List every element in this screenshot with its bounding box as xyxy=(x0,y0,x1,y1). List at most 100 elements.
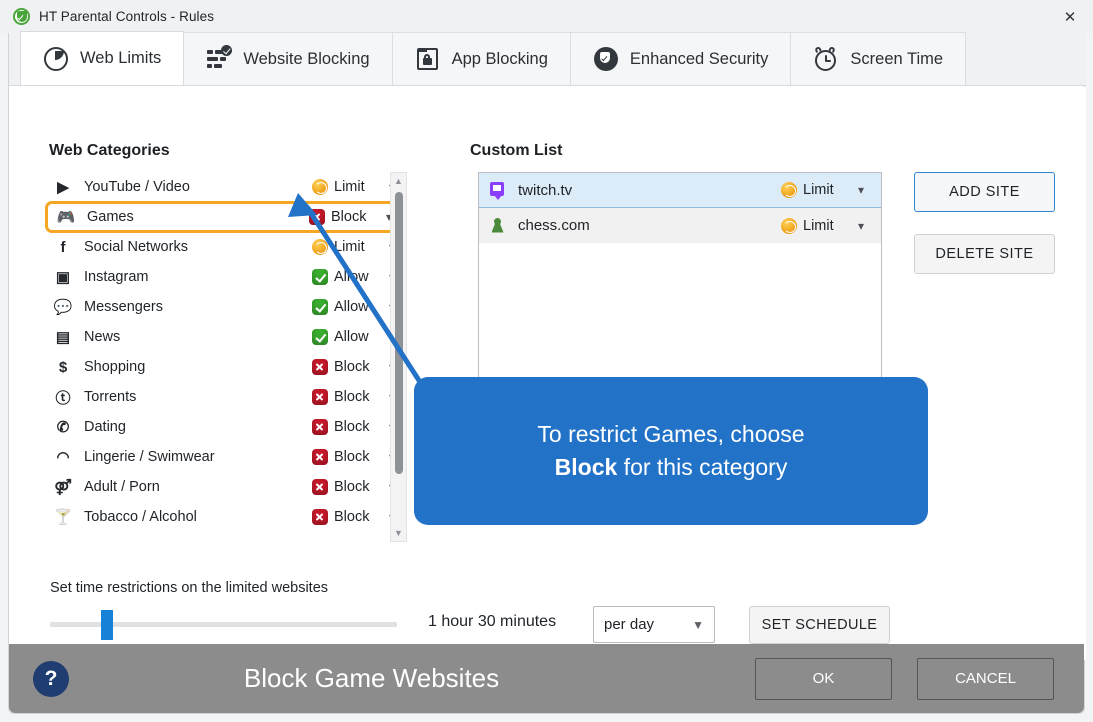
tab-label: App Blocking xyxy=(451,49,548,68)
category-label: Dating xyxy=(84,419,126,435)
category-status-dropdown[interactable]: Limit▾ xyxy=(312,239,399,255)
youtube-icon: ▶ xyxy=(57,179,69,196)
alarm-clock-icon xyxy=(813,46,839,72)
category-status-dropdown[interactable]: Block▾ xyxy=(312,479,399,495)
category-label: News xyxy=(84,329,121,345)
window-lock-icon xyxy=(415,46,441,72)
tab-label: Website Blocking xyxy=(243,49,370,68)
allow-badge-icon xyxy=(312,269,328,285)
shield-check-icon xyxy=(13,8,30,25)
category-row-selected[interactable]: 🎮 Games Block ▾ xyxy=(45,201,405,233)
block-badge-icon xyxy=(312,509,328,525)
ok-button[interactable]: OK xyxy=(755,657,892,700)
tab-label: Enhanced Security xyxy=(629,49,769,68)
tab-label: Screen Time xyxy=(850,49,944,68)
add-site-button[interactable]: ADD SITE xyxy=(914,172,1055,212)
tab-app-blocking[interactable]: App Blocking xyxy=(391,32,571,85)
tab-web-limits[interactable]: Web Limits xyxy=(20,31,185,85)
category-status-dropdown[interactable]: Block▾ xyxy=(312,449,399,465)
category-status-label: Block xyxy=(334,449,370,465)
instagram-icon: ▣ xyxy=(55,269,71,286)
bra-icon: ◠ xyxy=(56,449,70,466)
chevron-down-icon[interactable]: ▾ xyxy=(854,184,868,196)
period-select[interactable]: per day ▼ xyxy=(593,606,715,643)
torrent-icon: ⓣ xyxy=(55,389,71,407)
category-row[interactable]: 💬 Messengers Allow▾ xyxy=(45,292,405,322)
category-status-label: Allow xyxy=(334,299,369,315)
delete-site-button[interactable]: DELETE SITE xyxy=(914,234,1055,274)
category-label: Adult / Porn xyxy=(84,479,160,495)
block-badge-icon xyxy=(312,389,328,405)
category-row[interactable]: ⚤ Adult / Porn Block▾ xyxy=(45,472,405,502)
category-label: YouTube / Video xyxy=(84,179,190,195)
allow-badge-icon xyxy=(312,329,328,345)
category-row[interactable]: f Social Networks Limit▾ xyxy=(45,232,405,262)
callout-emphasis: Block xyxy=(554,454,618,480)
category-row[interactable]: ▤ News Allow▾ xyxy=(45,322,405,352)
category-row[interactable]: ✆ Dating Block▾ xyxy=(45,412,405,442)
set-schedule-button[interactable]: SET SCHEDULE xyxy=(749,606,890,644)
category-row[interactable]: ▶ YouTube / Video Limit▾ xyxy=(45,172,405,202)
category-status-dropdown[interactable]: Limit▾ xyxy=(312,179,399,195)
category-status-label: Limit xyxy=(334,239,365,255)
limit-badge-icon xyxy=(312,239,328,255)
cancel-button[interactable]: CANCEL xyxy=(917,657,1054,700)
block-badge-icon xyxy=(312,419,328,435)
category-row[interactable]: ▣ Instagram Allow▾ xyxy=(45,262,405,292)
categories-scrollbar[interactable]: ▲ ▼ xyxy=(390,172,407,542)
tab-strip: Web Limits Website Blocking App Blocking xyxy=(9,31,1086,86)
category-row[interactable]: 🍸 Tobacco / Alcohol Block▾ xyxy=(45,502,405,532)
close-icon[interactable]: ✕ xyxy=(1047,0,1093,33)
list-check-icon xyxy=(206,45,233,72)
category-status-dropdown[interactable]: Block▾ xyxy=(312,359,399,375)
site-row-selected[interactable]: twitch.tv Limit ▾ xyxy=(479,173,881,208)
site-status-dropdown[interactable]: Limit ▾ xyxy=(781,217,868,234)
chevron-down-icon[interactable]: ▾ xyxy=(854,220,868,232)
category-row[interactable]: $ Shopping Block▾ xyxy=(45,352,405,382)
chevron-down-icon: ▼ xyxy=(692,617,704,632)
site-status-dropdown[interactable]: Limit ▾ xyxy=(781,182,868,198)
category-label: Messengers xyxy=(84,299,163,315)
dollar-icon: $ xyxy=(58,358,68,376)
category-status-label: Allow xyxy=(334,329,369,345)
category-status-dropdown[interactable]: Allow▾ xyxy=(312,329,399,345)
tab-screen-time[interactable]: Screen Time xyxy=(790,32,967,85)
chess-pawn-icon xyxy=(488,216,508,236)
scroll-down-arrow[interactable]: ▼ xyxy=(391,525,406,541)
callout-line-2: Block for this category xyxy=(555,451,788,484)
tab-website-blocking[interactable]: Website Blocking xyxy=(183,32,393,85)
tab-label: Web Limits xyxy=(80,49,162,67)
time-slider[interactable] xyxy=(49,605,398,643)
time-restrictions-label: Set time restrictions on the limited web… xyxy=(50,580,329,596)
period-value: per day xyxy=(604,616,655,633)
newspaper-icon: ▤ xyxy=(55,329,71,346)
category-row[interactable]: ⓣ Torrents Block▾ xyxy=(45,382,405,412)
category-status-dropdown[interactable]: Block▾ xyxy=(312,419,399,435)
category-row[interactable]: ◠ Lingerie / Swimwear Block▾ xyxy=(45,442,405,472)
callout-line-2-rest: for this category xyxy=(617,454,788,480)
scroll-up-arrow[interactable]: ▲ xyxy=(391,173,406,189)
category-status-dropdown[interactable]: Block▾ xyxy=(312,509,399,525)
gamepad-icon: 🎮 xyxy=(56,209,76,226)
category-status-dropdown[interactable]: Block▾ xyxy=(309,209,396,225)
limit-badge-icon xyxy=(312,179,328,195)
tab-enhanced-security[interactable]: Enhanced Security xyxy=(569,32,792,85)
category-label: Tobacco / Alcohol xyxy=(84,509,197,525)
block-badge-icon xyxy=(312,479,328,495)
site-status-label: Limit xyxy=(803,217,834,234)
site-row[interactable]: chess.com Limit ▾ xyxy=(479,208,881,243)
category-status-dropdown[interactable]: Allow▾ xyxy=(312,299,399,315)
phone-heart-icon: ✆ xyxy=(56,419,70,436)
block-badge-icon xyxy=(312,449,328,465)
category-status-dropdown[interactable]: Allow▾ xyxy=(312,269,399,285)
slider-thumb[interactable] xyxy=(101,610,113,640)
custom-list-heading: Custom List xyxy=(470,142,563,159)
twitch-icon xyxy=(488,180,508,200)
shield-check-icon xyxy=(593,46,619,72)
category-label: Lingerie / Swimwear xyxy=(84,449,215,465)
limit-badge-icon xyxy=(781,217,797,234)
scrollbar-thumb[interactable] xyxy=(395,192,403,474)
category-status-label: Block xyxy=(334,389,370,405)
category-status-dropdown[interactable]: Block▾ xyxy=(312,389,399,405)
category-label: Social Networks xyxy=(84,239,188,255)
